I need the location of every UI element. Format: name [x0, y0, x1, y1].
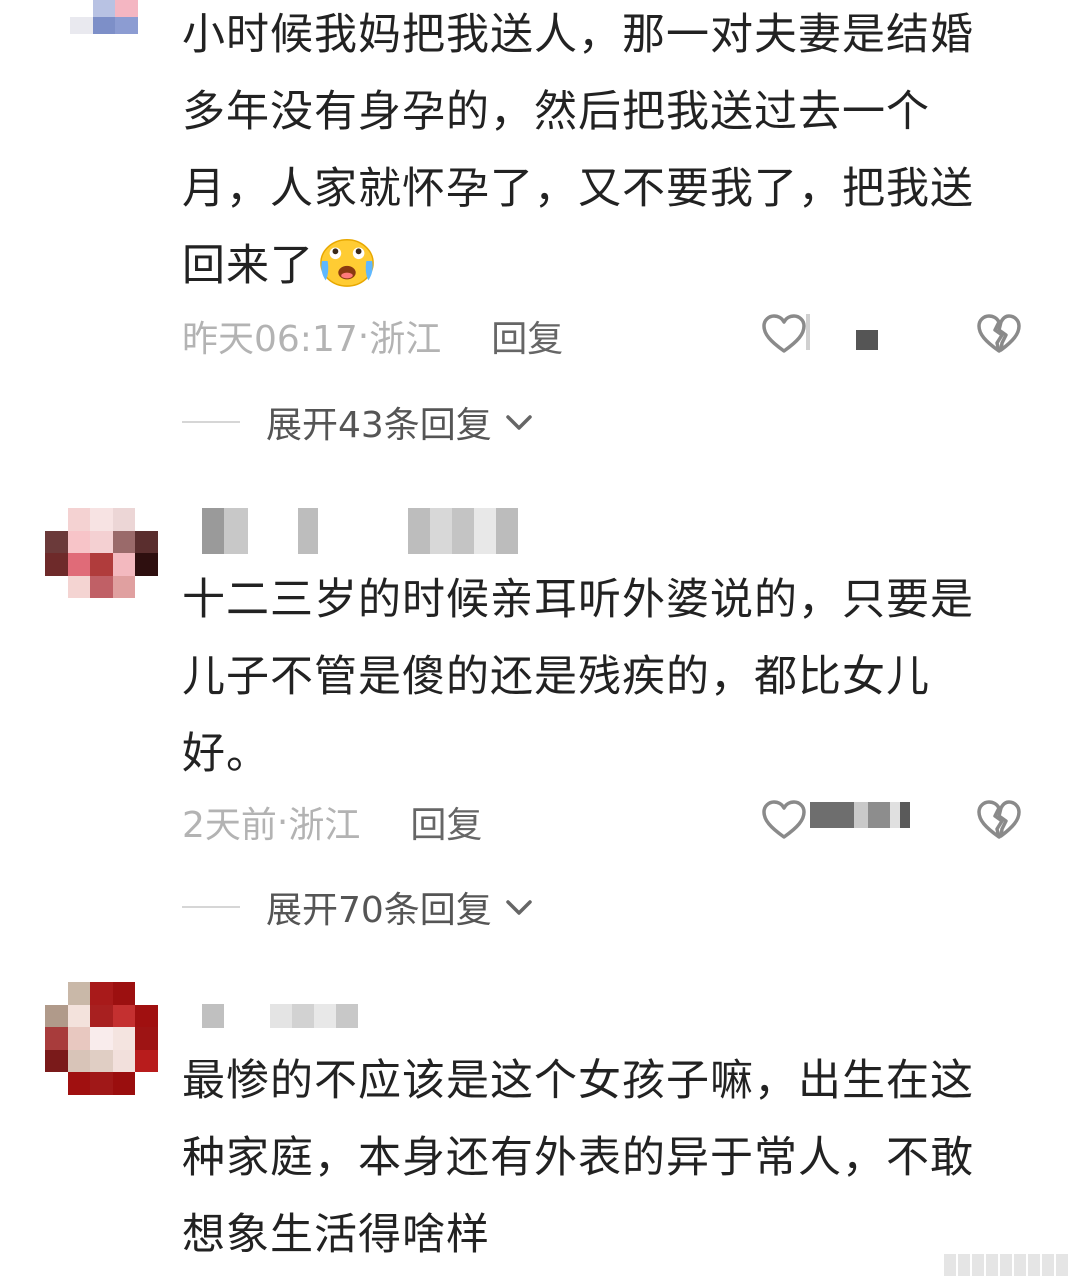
expand-replies-label: 展开43条回复 [266, 405, 492, 446]
comment-line: 种家庭，本身还有外表的异于常人，不敢 [182, 1133, 974, 1183]
comment-line: 最惨的不应该是这个女孩子嘛，出生在这 [182, 1056, 974, 1106]
avatar[interactable] [45, 508, 158, 598]
comment-line: 儿子不管是傻的还是残疾的，都比女儿 [182, 652, 930, 702]
reply-button[interactable]: 回复 [491, 310, 563, 362]
comment-text: 最惨的不应该是这个女孩子嘛，出生在这 种家庭，本身还有外表的异于常人，不敢 想象… [182, 1043, 1002, 1274]
like-count [856, 330, 878, 350]
watermark [944, 1254, 1068, 1276]
reply-button[interactable]: 回复 [410, 796, 482, 848]
expand-replies[interactable]: 展开70条回复 [182, 882, 536, 932]
comment-line: 小时候我妈把我送人，那一对夫妻是结婚 [182, 10, 974, 60]
expand-replies-label: 展开70条回复 [266, 890, 492, 931]
chevron-down-icon [506, 415, 532, 430]
meta-separator: · [276, 801, 289, 843]
comment-line: 多年没有身孕的，然后把我送过去一个 [182, 87, 930, 137]
broken-heart-icon[interactable] [975, 310, 1023, 358]
username[interactable] [202, 1004, 358, 1028]
comment-text: 小时候我妈把我送人，那一对夫妻是结婚 多年没有身孕的，然后把我送过去一个 月，人… [182, 0, 1002, 305]
comment-line: 十二三岁的时候亲耳听外婆说的，只要是 [182, 575, 974, 625]
chevron-down-icon [506, 900, 532, 915]
comment-time: 2天前 [182, 805, 277, 846]
comment-line: 回来了 [182, 228, 1002, 305]
broken-heart-icon[interactable] [975, 796, 1023, 844]
divider [182, 421, 240, 423]
like-count [806, 314, 810, 350]
divider [182, 906, 240, 908]
heart-outline-icon[interactable] [760, 310, 808, 358]
comment-line: 想象生活得啥样 [182, 1210, 490, 1260]
comment-meta: 昨天06:17 · 浙江 回复 [182, 306, 1042, 366]
comment-line: 好。 [182, 729, 270, 779]
comment-text: 十二三岁的时候亲耳听外婆说的，只要是 儿子不管是傻的还是残疾的，都比女儿 好。 [182, 562, 1002, 793]
comment-meta: 2天前 · 浙江 回复 [182, 792, 1042, 852]
avatar[interactable] [45, 982, 158, 1095]
avatar[interactable] [70, 0, 160, 34]
like-count [810, 802, 910, 828]
comment-time: 昨天06:17 [182, 319, 358, 360]
expand-replies[interactable]: 展开43条回复 [182, 397, 536, 447]
comment-location: 浙江 [288, 805, 361, 846]
heart-outline-icon[interactable] [760, 796, 808, 844]
comment-line: 月，人家就怀孕了，又不要我了，把我送 [182, 164, 974, 214]
comment-location: 浙江 [369, 319, 442, 360]
username[interactable] [202, 508, 518, 554]
crying-laughing-emoji [320, 239, 374, 287]
meta-separator: · [357, 315, 370, 357]
